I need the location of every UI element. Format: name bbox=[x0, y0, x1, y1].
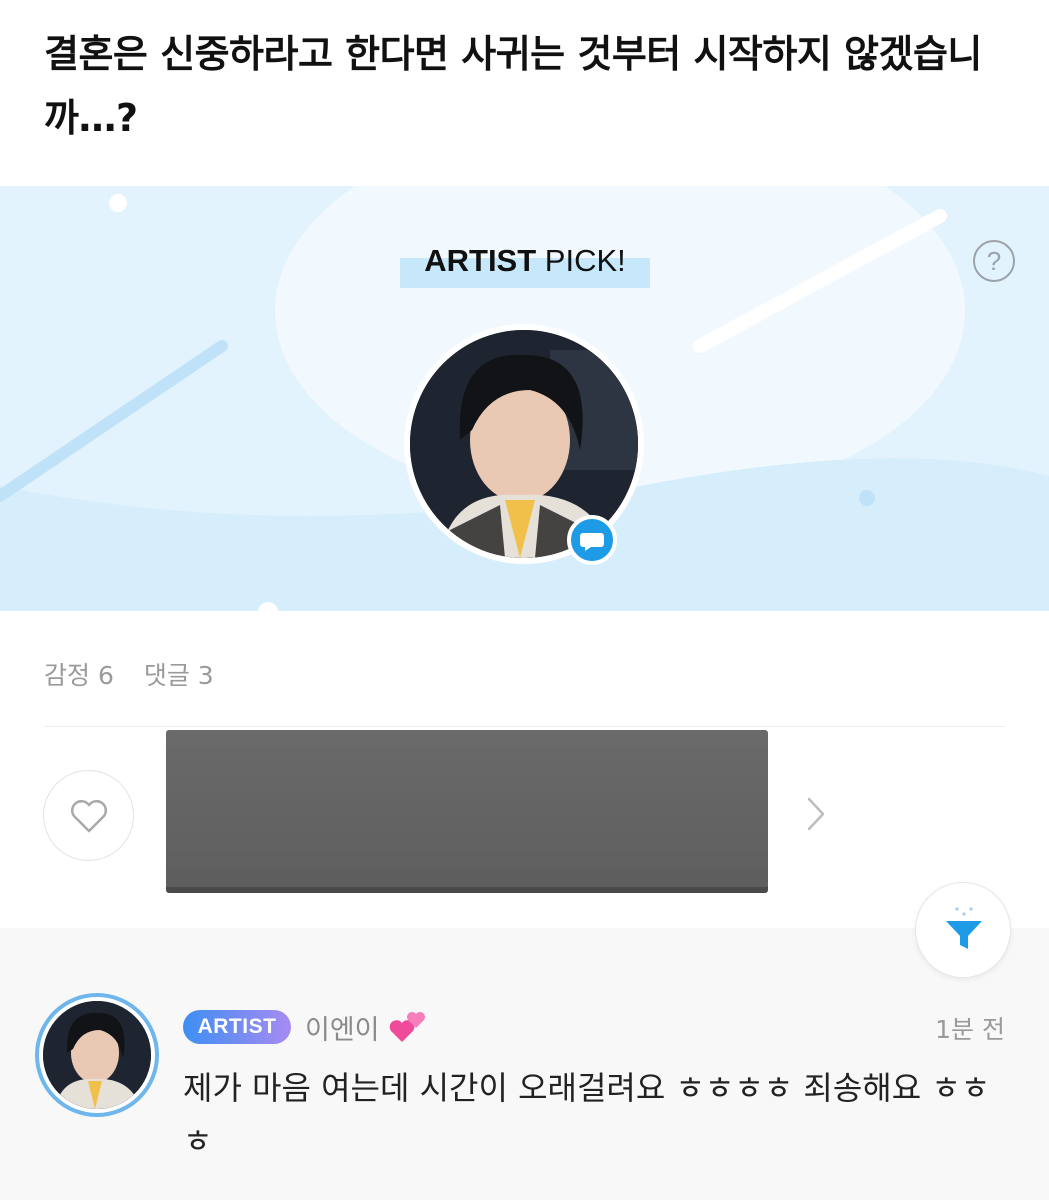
chat-bubble-icon bbox=[567, 515, 617, 565]
artist-pick-title-bold: ARTIST bbox=[424, 243, 537, 278]
commenter-name[interactable]: 이엔이 bbox=[305, 1008, 380, 1047]
post-stats: 감정 6 댓글 3 bbox=[44, 656, 244, 692]
redacted-reaction-bar bbox=[166, 730, 768, 887]
heart-outline-icon bbox=[71, 800, 107, 833]
funnel-icon bbox=[946, 907, 982, 949]
comment-timestamp: 1분 전 bbox=[935, 1015, 1005, 1044]
artist-pick-title: ARTIST PICK! bbox=[400, 240, 650, 288]
commenter-avatar[interactable] bbox=[35, 993, 159, 1117]
like-button[interactable] bbox=[43, 770, 134, 861]
comment-text: 제가 마음 여는데 시간이 오래걸려요 ㅎㅎㅎㅎ 죄송해요 ㅎㅎㅎ bbox=[183, 1069, 991, 1160]
question-circle-icon[interactable]: ? bbox=[973, 240, 1015, 282]
two-hearts-icon bbox=[389, 1012, 425, 1042]
artist-pick-title-rest: PICK! bbox=[536, 243, 626, 278]
reaction-count[interactable]: 감정 6 bbox=[44, 661, 114, 690]
avatar-photo-small bbox=[43, 1001, 151, 1109]
artist-badge: ARTIST bbox=[183, 1010, 291, 1044]
filter-button[interactable] bbox=[915, 882, 1011, 978]
divider bbox=[44, 726, 1005, 727]
comment-count[interactable]: 댓글 3 bbox=[144, 661, 214, 690]
chevron-right-icon[interactable] bbox=[803, 795, 829, 833]
post-title: 결혼은 신중하라고 한다면 사귀는 것부터 시작하지 않겠습니까…? bbox=[44, 32, 982, 140]
